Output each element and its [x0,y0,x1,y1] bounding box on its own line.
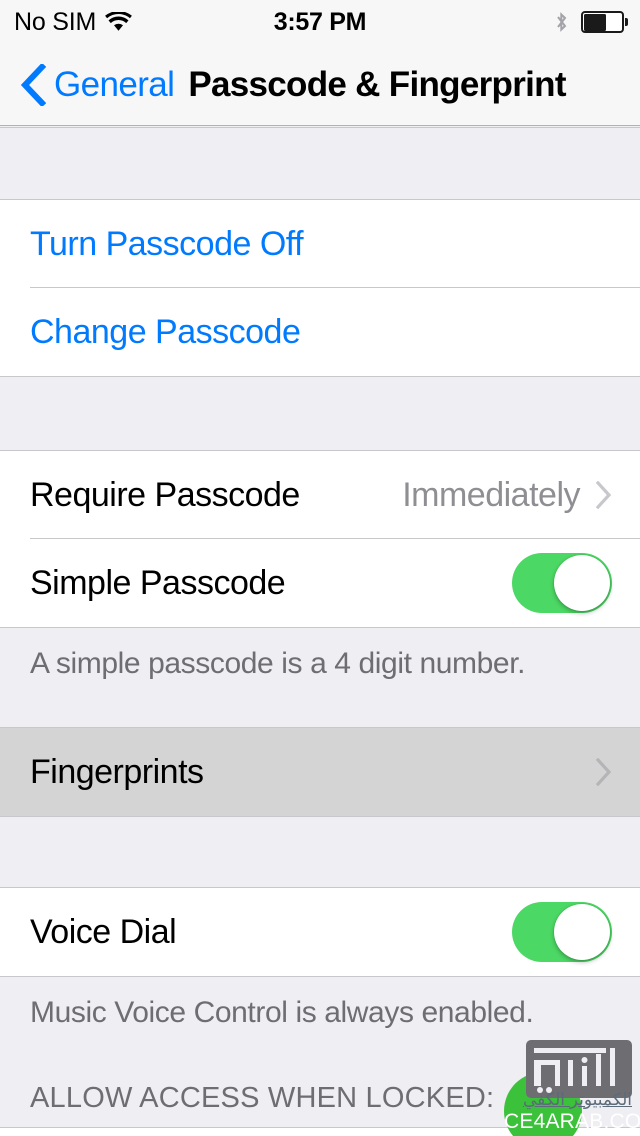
top-spacer [0,127,640,200]
back-button-label: General [54,64,175,104]
row-fingerprints-label: Fingerprints [30,752,204,791]
row-require-passcode[interactable]: Require Passcode Immediately [0,451,640,539]
row-change-passcode-label: Change Passcode [30,312,301,351]
section-header-allow-access: ALLOW ACCESS WHEN LOCKED: [0,1065,640,1127]
footnote-simple-passcode: A simple passcode is a 4 digit number. [0,628,640,727]
row-turn-passcode-off[interactable]: Turn Passcode Off [0,200,640,288]
page-title: Passcode & Fingerprint [188,64,566,104]
iphone-settings-screen: No SIM 3:57 PM General Passcode & Finger… [0,0,640,1136]
row-simple-passcode-label: Simple Passcode [30,563,286,602]
status-bar-right [554,0,628,44]
bluetooth-icon [554,11,569,33]
chevron-right-icon [596,758,612,786]
navigation-bar: General Passcode & Fingerprint [0,44,640,126]
toggle-knob [554,555,610,611]
simple-passcode-toggle[interactable] [512,553,612,613]
row-simple-passcode[interactable]: Simple Passcode [0,539,640,627]
row-turn-passcode-off-label: Turn Passcode Off [30,224,304,263]
status-bar: No SIM 3:57 PM [0,0,640,44]
row-change-passcode[interactable]: Change Passcode [0,288,640,376]
row-require-passcode-label: Require Passcode [30,475,300,514]
clock-label: 3:57 PM [273,7,367,36]
group-voice: Voice Dial [0,887,640,977]
chevron-left-icon [20,63,46,106]
row-require-passcode-value: Immediately [402,475,580,514]
row-siri-partial[interactable] [0,1128,640,1136]
section-spacer-1 [0,377,640,450]
battery-icon [581,11,628,33]
voice-dial-toggle[interactable] [512,902,612,962]
settings-list[interactable]: Turn Passcode Off Change Passcode Requir… [0,127,640,1136]
row-fingerprints[interactable]: Fingerprints [0,728,640,816]
row-voice-dial[interactable]: Voice Dial [0,888,640,976]
group-allow-access [0,1127,640,1136]
status-bar-center: 3:57 PM [0,0,640,44]
section-spacer-2 [0,817,640,887]
back-button[interactable]: General [20,63,175,106]
footnote-voice-control: Music Voice Control is always enabled. [0,977,640,1065]
group-passcode-options: Require Passcode Immediately Simple Pass… [0,450,640,628]
row-voice-dial-label: Voice Dial [30,912,177,951]
chevron-right-icon [596,481,612,509]
group-passcode-actions: Turn Passcode Off Change Passcode [0,200,640,377]
toggle-knob [554,904,610,960]
group-fingerprints: Fingerprints [0,727,640,817]
